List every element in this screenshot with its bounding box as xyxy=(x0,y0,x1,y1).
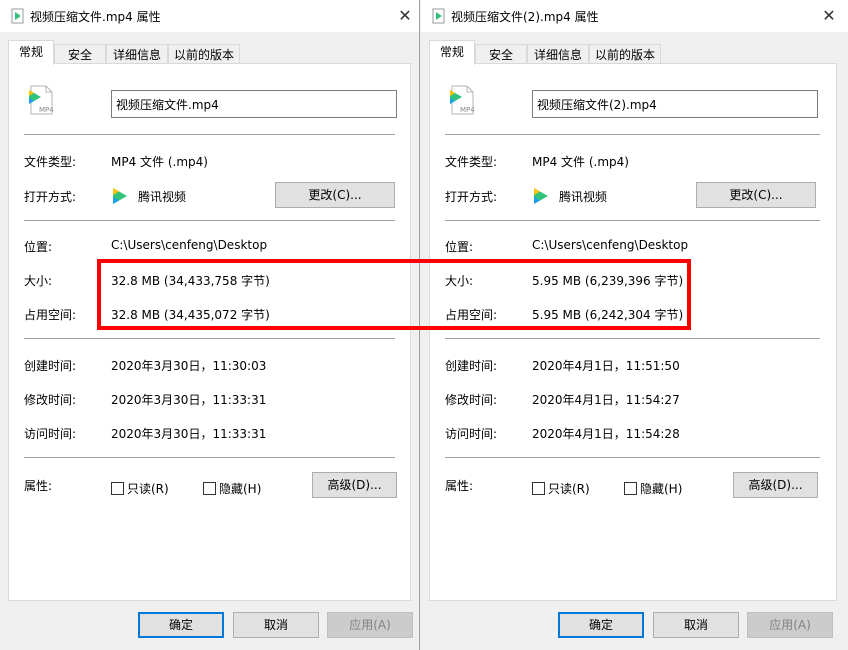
ok-button[interactable]: 确定 xyxy=(138,612,224,638)
separator xyxy=(445,457,820,458)
checkbox-box[interactable] xyxy=(203,482,216,495)
mp4-file-icon: MP4 xyxy=(29,85,54,115)
opens-with-label: 打开方式: xyxy=(24,190,77,204)
checkbox-box[interactable] xyxy=(532,482,545,495)
filename-field[interactable] xyxy=(532,90,818,118)
close-icon[interactable]: ✕ xyxy=(389,0,421,32)
created-label: 创建时间: xyxy=(24,359,77,373)
window-title: 视频压缩文件.mp4 属性 xyxy=(30,10,161,24)
advanced-button[interactable]: 高级(D)... xyxy=(733,472,818,498)
properties-dialog-1: 视频压缩文件.mp4 属性 ✕ 常规 安全 详细信息 以前的版本 MP4 文件类… xyxy=(0,0,420,650)
cancel-button[interactable]: 取消 xyxy=(233,612,319,638)
accessed-label: 访问时间: xyxy=(445,427,498,441)
properties-dialog-2: 视频压缩文件(2).mp4 属性 ✕ 常规 安全 详细信息 以前的版本 MP4 … xyxy=(421,0,848,650)
size-on-disk-label: 占用空间: xyxy=(24,308,77,322)
accessed-value: 2020年4月1日，11:54:28 xyxy=(532,427,680,441)
file-type-value: MP4 文件 (.mp4) xyxy=(532,155,629,169)
location-label: 位置: xyxy=(445,240,474,254)
separator xyxy=(24,338,395,339)
tab-previous-versions[interactable]: 以前的版本 xyxy=(589,44,661,64)
opens-with-value: 腾讯视频 xyxy=(138,190,187,204)
opens-with-label: 打开方式: xyxy=(445,190,498,204)
hidden-label: 隐藏(H) xyxy=(640,482,683,496)
hidden-checkbox[interactable]: 隐藏(H) xyxy=(203,480,261,497)
tab-security[interactable]: 安全 xyxy=(54,44,106,64)
separator xyxy=(24,134,395,135)
mp4-file-icon: MP4 xyxy=(450,85,475,115)
tencent-video-icon xyxy=(113,188,127,204)
tab-general[interactable]: 常规 xyxy=(8,40,54,65)
tab-previous-versions[interactable]: 以前的版本 xyxy=(168,44,240,64)
separator xyxy=(445,338,820,339)
separator xyxy=(24,220,395,221)
readonly-checkbox[interactable]: 只读(R) xyxy=(111,480,169,497)
close-icon[interactable]: ✕ xyxy=(813,0,845,32)
created-label: 创建时间: xyxy=(445,359,498,373)
modified-value: 2020年4月1日，11:54:27 xyxy=(532,393,680,407)
location-label: 位置: xyxy=(24,240,53,254)
file-icon-label: MP4 xyxy=(39,106,54,114)
video-file-icon xyxy=(432,8,445,24)
file-type-value: MP4 文件 (.mp4) xyxy=(111,155,208,169)
file-type-label: 文件类型: xyxy=(445,155,498,169)
checkbox-box[interactable] xyxy=(624,482,637,495)
advanced-button[interactable]: 高级(D)... xyxy=(312,472,397,498)
modified-value: 2020年3月30日，11:33:31 xyxy=(111,393,267,407)
location-value: C:\Users\cenfeng\Desktop xyxy=(111,238,268,252)
title-bar: 视频压缩文件.mp4 属性 ✕ xyxy=(0,0,419,32)
checkbox-box[interactable] xyxy=(111,482,124,495)
change-button[interactable]: 更改(C)... xyxy=(275,182,395,208)
video-file-icon xyxy=(11,8,24,24)
size-on-disk-value: 32.8 MB (34,435,072 字节) xyxy=(111,308,270,322)
tab-security[interactable]: 安全 xyxy=(475,44,527,64)
size-value: 32.8 MB (34,433,758 字节) xyxy=(111,274,270,288)
separator xyxy=(445,134,820,135)
hidden-label: 隐藏(H) xyxy=(219,482,262,496)
tab-details[interactable]: 详细信息 xyxy=(527,44,589,64)
readonly-label: 只读(R) xyxy=(127,482,169,496)
apply-button[interactable]: 应用(A) xyxy=(327,612,413,638)
location-value: C:\Users\cenfeng\Desktop xyxy=(532,238,689,252)
accessed-label: 访问时间: xyxy=(24,427,77,441)
tencent-video-icon xyxy=(534,188,548,204)
general-tab-panel: MP4 文件类型: MP4 文件 (.mp4) 打开方式: 腾讯视频 更改(C)… xyxy=(429,63,837,601)
size-label: 大小: xyxy=(445,274,474,288)
tab-details[interactable]: 详细信息 xyxy=(106,44,168,64)
change-button[interactable]: 更改(C)... xyxy=(696,182,816,208)
created-value: 2020年3月30日，11:30:03 xyxy=(111,359,267,373)
readonly-checkbox[interactable]: 只读(R) xyxy=(532,480,590,497)
title-bar: 视频压缩文件(2).mp4 属性 ✕ xyxy=(421,0,848,32)
attributes-label: 属性: xyxy=(24,479,53,493)
file-type-label: 文件类型: xyxy=(24,155,77,169)
separator xyxy=(24,457,395,458)
ok-button[interactable]: 确定 xyxy=(558,612,644,638)
size-on-disk-value: 5.95 MB (6,242,304 字节) xyxy=(532,308,684,322)
modified-label: 修改时间: xyxy=(445,393,498,407)
size-on-disk-label: 占用空间: xyxy=(445,308,498,322)
apply-button[interactable]: 应用(A) xyxy=(747,612,833,638)
readonly-label: 只读(R) xyxy=(548,482,590,496)
cancel-button[interactable]: 取消 xyxy=(653,612,739,638)
window-title: 视频压缩文件(2).mp4 属性 xyxy=(451,10,599,24)
size-label: 大小: xyxy=(24,274,53,288)
hidden-checkbox[interactable]: 隐藏(H) xyxy=(624,480,682,497)
attributes-label: 属性: xyxy=(445,479,474,493)
created-value: 2020年4月1日，11:51:50 xyxy=(532,359,680,373)
opens-with-value: 腾讯视频 xyxy=(559,190,608,204)
file-icon-label: MP4 xyxy=(460,106,475,114)
modified-label: 修改时间: xyxy=(24,393,77,407)
general-tab-panel: MP4 文件类型: MP4 文件 (.mp4) 打开方式: 腾讯视频 更改(C)… xyxy=(8,63,411,601)
accessed-value: 2020年3月30日，11:33:31 xyxy=(111,427,267,441)
filename-field[interactable] xyxy=(111,90,397,118)
size-value: 5.95 MB (6,239,396 字节) xyxy=(532,274,684,288)
tab-general[interactable]: 常规 xyxy=(429,40,475,65)
separator xyxy=(445,220,820,221)
